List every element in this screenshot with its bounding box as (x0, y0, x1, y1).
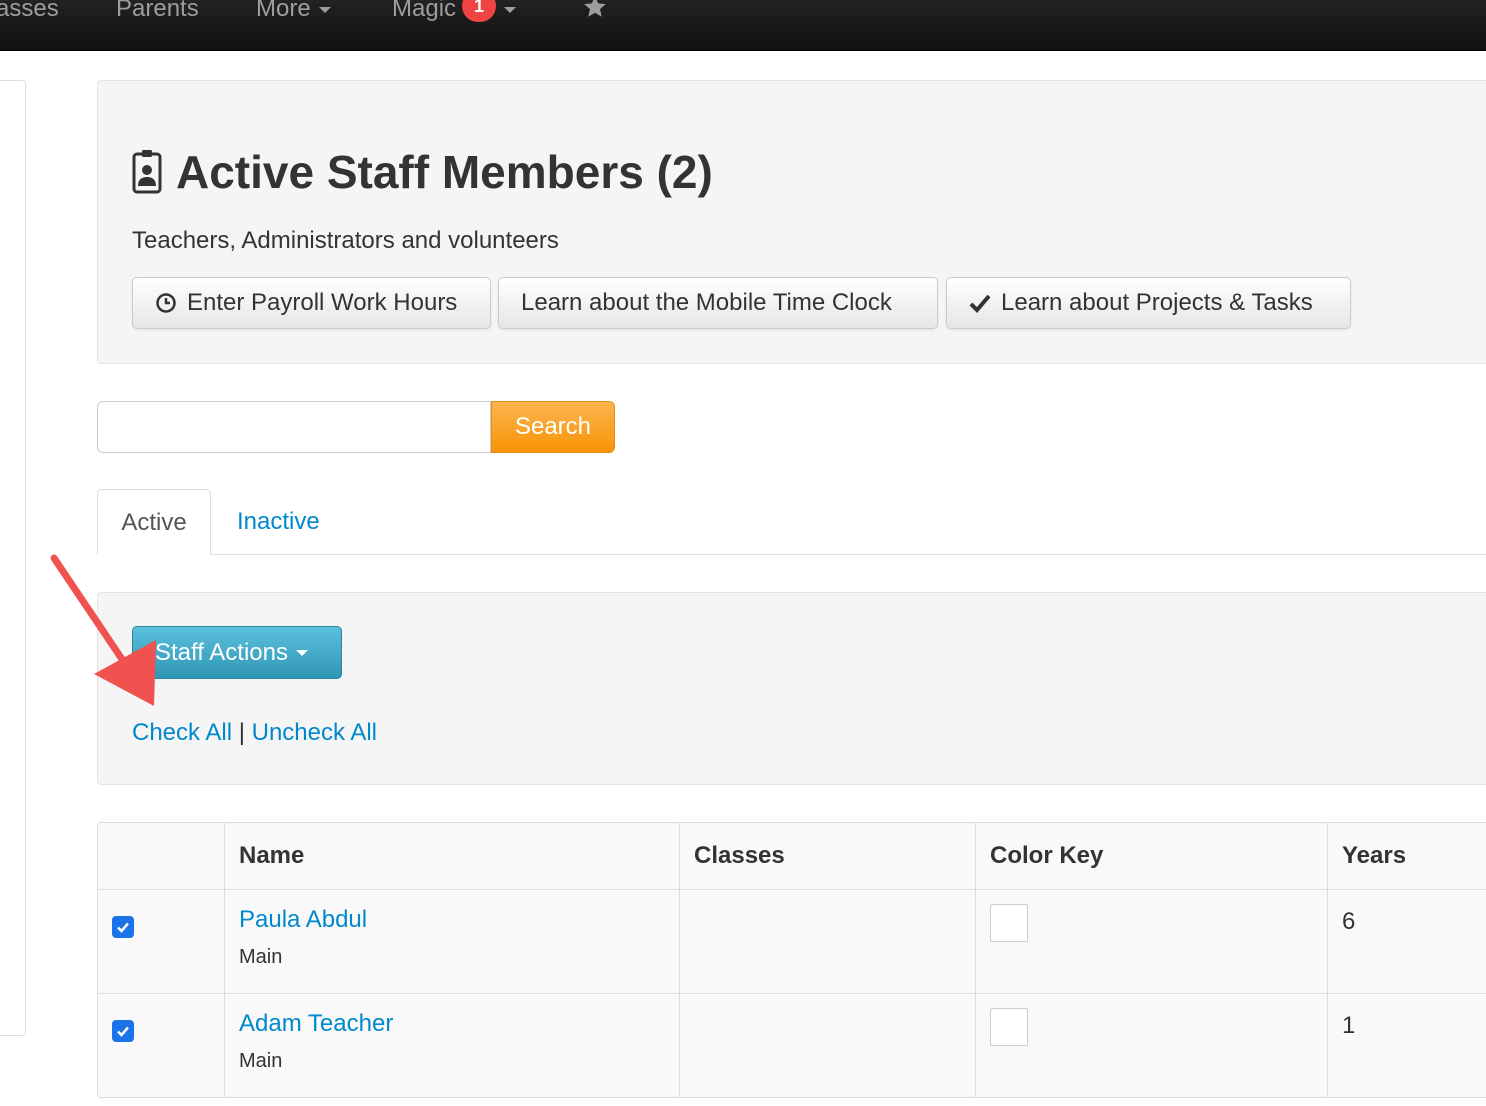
color-key-swatch[interactable] (990, 904, 1028, 942)
color-key-cell (975, 890, 1327, 993)
annotation-arrow-icon (50, 554, 156, 706)
table-row: Paula Abdul Main 6 (98, 889, 1486, 993)
nav-item-more-label: More (256, 0, 311, 22)
staff-badge-icon (132, 150, 162, 194)
page-title-text: Active Staff Members (2) (176, 146, 713, 198)
left-sidebar (0, 80, 26, 1036)
column-header-name[interactable]: Name (224, 823, 679, 889)
enter-payroll-hours-button[interactable]: Enter Payroll Work Hours (132, 277, 491, 329)
chevron-down-icon (318, 6, 331, 13)
top-navbar: asses Parents More Magic 1 (0, 0, 1486, 51)
nav-item-magic-label: Magic (392, 0, 457, 22)
checkmark-icon (117, 1026, 129, 1037)
nav-item-magic[interactable]: Magic 1 (392, 0, 517, 26)
column-header-classes[interactable]: Classes (679, 823, 975, 889)
years-value: 1 (1342, 1012, 1356, 1039)
check-links-separator: | (238, 719, 245, 746)
select-cell (98, 890, 224, 993)
check-icon (969, 294, 991, 313)
row-checkbox[interactable] (112, 916, 134, 938)
staff-location: Main (239, 1050, 283, 1072)
star-icon[interactable] (582, 0, 608, 20)
chevron-down-icon (295, 649, 308, 656)
check-links: Check All | Uncheck All (132, 719, 377, 747)
table-row: Adam Teacher Main 1 (98, 993, 1486, 1097)
staff-table: Name Classes Color Key Years Paula Abdul… (97, 822, 1486, 1098)
color-key-swatch[interactable] (990, 1008, 1028, 1046)
checkmark-icon (117, 922, 129, 933)
enter-payroll-hours-label: Enter Payroll Work Hours (187, 289, 458, 316)
mobile-time-clock-label: Learn about the Mobile Time Clock (521, 289, 892, 316)
staff-location: Main (239, 946, 283, 968)
check-all-link[interactable]: Check All (132, 719, 232, 746)
nav-item-more[interactable]: More (256, 0, 331, 26)
column-header-select (98, 823, 224, 889)
staff-name-link[interactable]: Adam Teacher (239, 1010, 393, 1038)
mobile-time-clock-button[interactable]: Learn about the Mobile Time Clock (498, 277, 938, 329)
page-title: Active Staff Members (2) (132, 145, 713, 199)
page-header: Active Staff Members (2) Teachers, Admin… (97, 80, 1486, 364)
staff-name-link[interactable]: Paula Abdul (239, 906, 367, 934)
uncheck-all-link[interactable]: Uncheck All (252, 719, 377, 746)
search-button[interactable]: Search (491, 401, 615, 453)
name-cell: Adam Teacher Main (224, 994, 679, 1097)
column-header-years[interactable]: Years (1327, 823, 1486, 889)
notification-badge: 1 (462, 0, 497, 22)
nav-item-classes[interactable]: asses (0, 0, 59, 26)
column-header-color-key[interactable]: Color Key (975, 823, 1327, 889)
years-cell: 6 (1327, 890, 1486, 993)
chevron-down-icon (504, 6, 517, 13)
years-cell: 1 (1327, 994, 1486, 1097)
years-value: 6 (1342, 908, 1356, 935)
projects-tasks-label: Learn about Projects & Tasks (1001, 289, 1313, 316)
table-header-row: Name Classes Color Key Years (98, 823, 1486, 889)
select-cell (98, 994, 224, 1097)
classes-cell (679, 890, 975, 993)
nav-item-parents[interactable]: Parents (116, 0, 199, 26)
search-input[interactable] (97, 401, 491, 453)
row-checkbox[interactable] (112, 1020, 134, 1042)
page-subtitle: Teachers, Administrators and volunteers (132, 227, 559, 254)
classes-cell (679, 994, 975, 1097)
name-cell: Paula Abdul Main (224, 890, 679, 993)
color-key-cell (975, 994, 1327, 1097)
clock-icon (156, 293, 176, 313)
staff-actions-panel: Staff Actions Check All | Uncheck All (97, 592, 1486, 785)
tab-active[interactable]: Active (97, 489, 211, 555)
projects-tasks-button[interactable]: Learn about Projects & Tasks (946, 277, 1351, 329)
tab-inactive[interactable]: Inactive (237, 489, 320, 555)
